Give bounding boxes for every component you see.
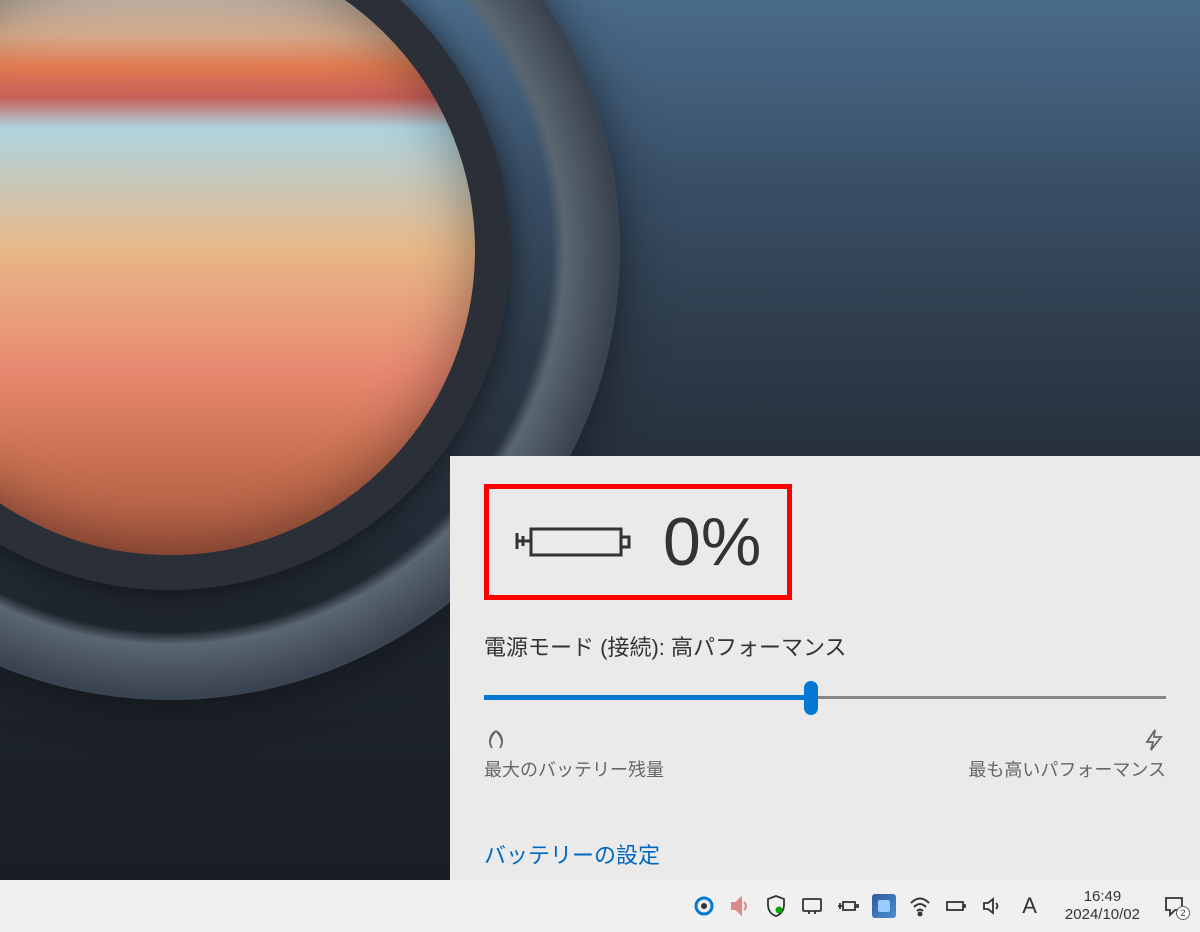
battery-charging-icon — [513, 515, 633, 569]
battery-settings-link[interactable]: バッテリーの設定 — [484, 838, 1166, 870]
slider-track-active — [484, 695, 811, 700]
system-tray: A — [692, 893, 1055, 919]
volume-icon[interactable] — [728, 894, 752, 918]
slider-min-label: 最大のバッテリー残量 — [484, 756, 664, 782]
battery-percent-text: 0% — [663, 503, 761, 581]
slider-max-label-group: 最も高いパフォーマンス — [968, 728, 1166, 782]
slider-max-label: 最も高いパフォーマンス — [968, 756, 1166, 782]
intel-graphics-icon[interactable] — [872, 894, 896, 918]
slider-labels: 最大のバッテリー残量 最も高いパフォーマンス — [484, 728, 1166, 782]
power-plug-icon[interactable] — [836, 894, 860, 918]
lightning-icon — [1142, 728, 1166, 752]
ime-indicator[interactable]: A — [1016, 893, 1043, 919]
leaf-icon — [484, 728, 508, 752]
wifi-icon[interactable] — [908, 894, 932, 918]
taskbar: A 16:49 2024/10/02 2 — [0, 880, 1200, 932]
power-mode-slider[interactable] — [484, 684, 1166, 712]
slider-thumb[interactable] — [804, 681, 818, 715]
clock-time: 16:49 — [1084, 888, 1122, 906]
battery-tray-icon[interactable] — [944, 894, 968, 918]
action-center-icon[interactable]: 2 — [1156, 888, 1192, 924]
battery-status-highlight: 0% — [484, 484, 792, 600]
slider-min-label-group: 最大のバッテリー残量 — [484, 728, 664, 782]
wallpaper-porthole-inner — [0, 0, 510, 590]
power-mode-label: 電源モード (接続): 高パフォーマンス — [484, 630, 1166, 662]
speaker-icon[interactable] — [980, 894, 1004, 918]
clock-date: 2024/10/02 — [1065, 906, 1140, 924]
clock-area[interactable]: 16:49 2024/10/02 — [1055, 888, 1150, 924]
cortana-icon[interactable] — [692, 894, 716, 918]
battery-flyout: 0% 電源モード (接続): 高パフォーマンス 最大のバッテリー残量 最も高いパ… — [450, 456, 1200, 880]
notification-badge: 2 — [1176, 906, 1190, 920]
touchpad-icon[interactable] — [800, 894, 824, 918]
security-icon[interactable] — [764, 894, 788, 918]
